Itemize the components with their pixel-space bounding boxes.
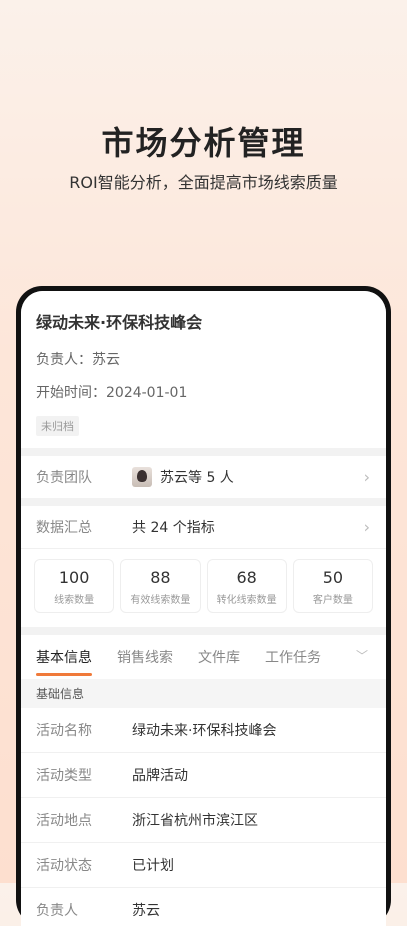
tab-work-tasks[interactable]: 工作任务 (265, 647, 321, 679)
chevron-down-icon[interactable]: ﹀ (356, 647, 368, 664)
info-label: 活动状态 (36, 858, 92, 874)
section-title: 基础信息 (21, 679, 386, 708)
summary-value: 共 24 个指标 (132, 520, 215, 536)
team-value-wrap: 苏云等 5 人 (132, 467, 234, 487)
event-title: 绿动未来·环保科技峰会 (36, 313, 203, 332)
chevron-right-icon: › (363, 467, 370, 487)
info-row-name: 活动名称 绿动未来·环保科技峰会 (21, 708, 386, 753)
info-row-type: 活动类型 品牌活动 (21, 753, 386, 798)
stat-value: 50 (322, 568, 344, 587)
info-row-status: 活动状态 已计划 (21, 843, 386, 888)
stat-value: 68 (236, 568, 257, 587)
app-screen: 绿动未来·环保科技峰会 负责人：苏云 开始时间：2024-01-01 未归档 负… (21, 291, 386, 926)
event-owner: 负责人：苏云 (36, 352, 120, 368)
info-value: 浙江省杭州市滨江区 (132, 813, 258, 829)
divider (21, 627, 386, 635)
divider (21, 498, 386, 506)
event-header-card: 绿动未来·环保科技峰会 负责人：苏云 开始时间：2024-01-01 未归档 (21, 291, 386, 448)
tab-sales-leads[interactable]: 销售线索 (117, 647, 173, 679)
stat-label: 有效线索数量 (130, 595, 191, 606)
team-row[interactable]: 负责团队 苏云等 5 人 › (21, 456, 386, 498)
stats-grid: 100 线索数量 88 有效线索数量 68 转化线索数量 50 客户数量 (21, 548, 386, 627)
tab-basic-info[interactable]: 基本信息 (36, 647, 92, 679)
divider (21, 448, 386, 456)
chevron-right-icon: › (363, 517, 370, 537)
summary-card: 数据汇总 共 24 个指标 › 100 线索数量 88 有效线索数量 68 转化… (21, 506, 386, 627)
info-value: 绿动未来·环保科技峰会 (132, 723, 277, 739)
team-value: 苏云等 5 人 (160, 470, 234, 486)
hero-title: 市场分析管理 (101, 124, 306, 162)
stat-value: 100 (58, 568, 90, 587)
stat-card-customers[interactable]: 50 客户数量 (292, 559, 373, 613)
team-label: 负责团队 (36, 470, 92, 486)
stat-card-valid-leads[interactable]: 88 有效线索数量 (120, 559, 201, 613)
tab-bar: 基本信息 销售线索 文件库 工作任务 ﹀ (21, 635, 386, 679)
stat-value: 88 (150, 568, 171, 587)
stat-label: 客户数量 (312, 595, 353, 606)
info-label: 活动地点 (36, 813, 92, 829)
info-value: 已计划 (132, 858, 174, 874)
info-row-location: 活动地点 浙江省杭州市滨江区 (21, 798, 386, 843)
info-label: 负责人 (36, 903, 78, 919)
stat-card-leads[interactable]: 100 线索数量 (34, 559, 115, 613)
stat-label: 转化线索数量 (216, 595, 277, 606)
avatar (132, 467, 152, 487)
summary-row[interactable]: 数据汇总 共 24 个指标 › (21, 506, 386, 548)
info-row-owner: 负责人 苏云 (21, 888, 386, 926)
stat-card-converted-leads[interactable]: 68 转化线索数量 (206, 559, 287, 613)
event-start-time: 开始时间：2024-01-01 (36, 385, 188, 401)
status-badge: 未归档 (36, 416, 79, 436)
info-value: 品牌活动 (132, 768, 188, 784)
summary-label: 数据汇总 (36, 520, 92, 536)
phone-frame: 绿动未来·环保科技峰会 负责人：苏云 开始时间：2024-01-01 未归档 负… (16, 286, 391, 926)
info-label: 活动类型 (36, 768, 92, 784)
stat-label: 线索数量 (54, 595, 95, 606)
info-label: 活动名称 (36, 723, 92, 739)
info-value: 苏云 (132, 903, 160, 919)
tab-file-library[interactable]: 文件库 (198, 647, 240, 679)
hero-subtitle: ROI智能分析，全面提高市场线索质量 (69, 173, 338, 192)
